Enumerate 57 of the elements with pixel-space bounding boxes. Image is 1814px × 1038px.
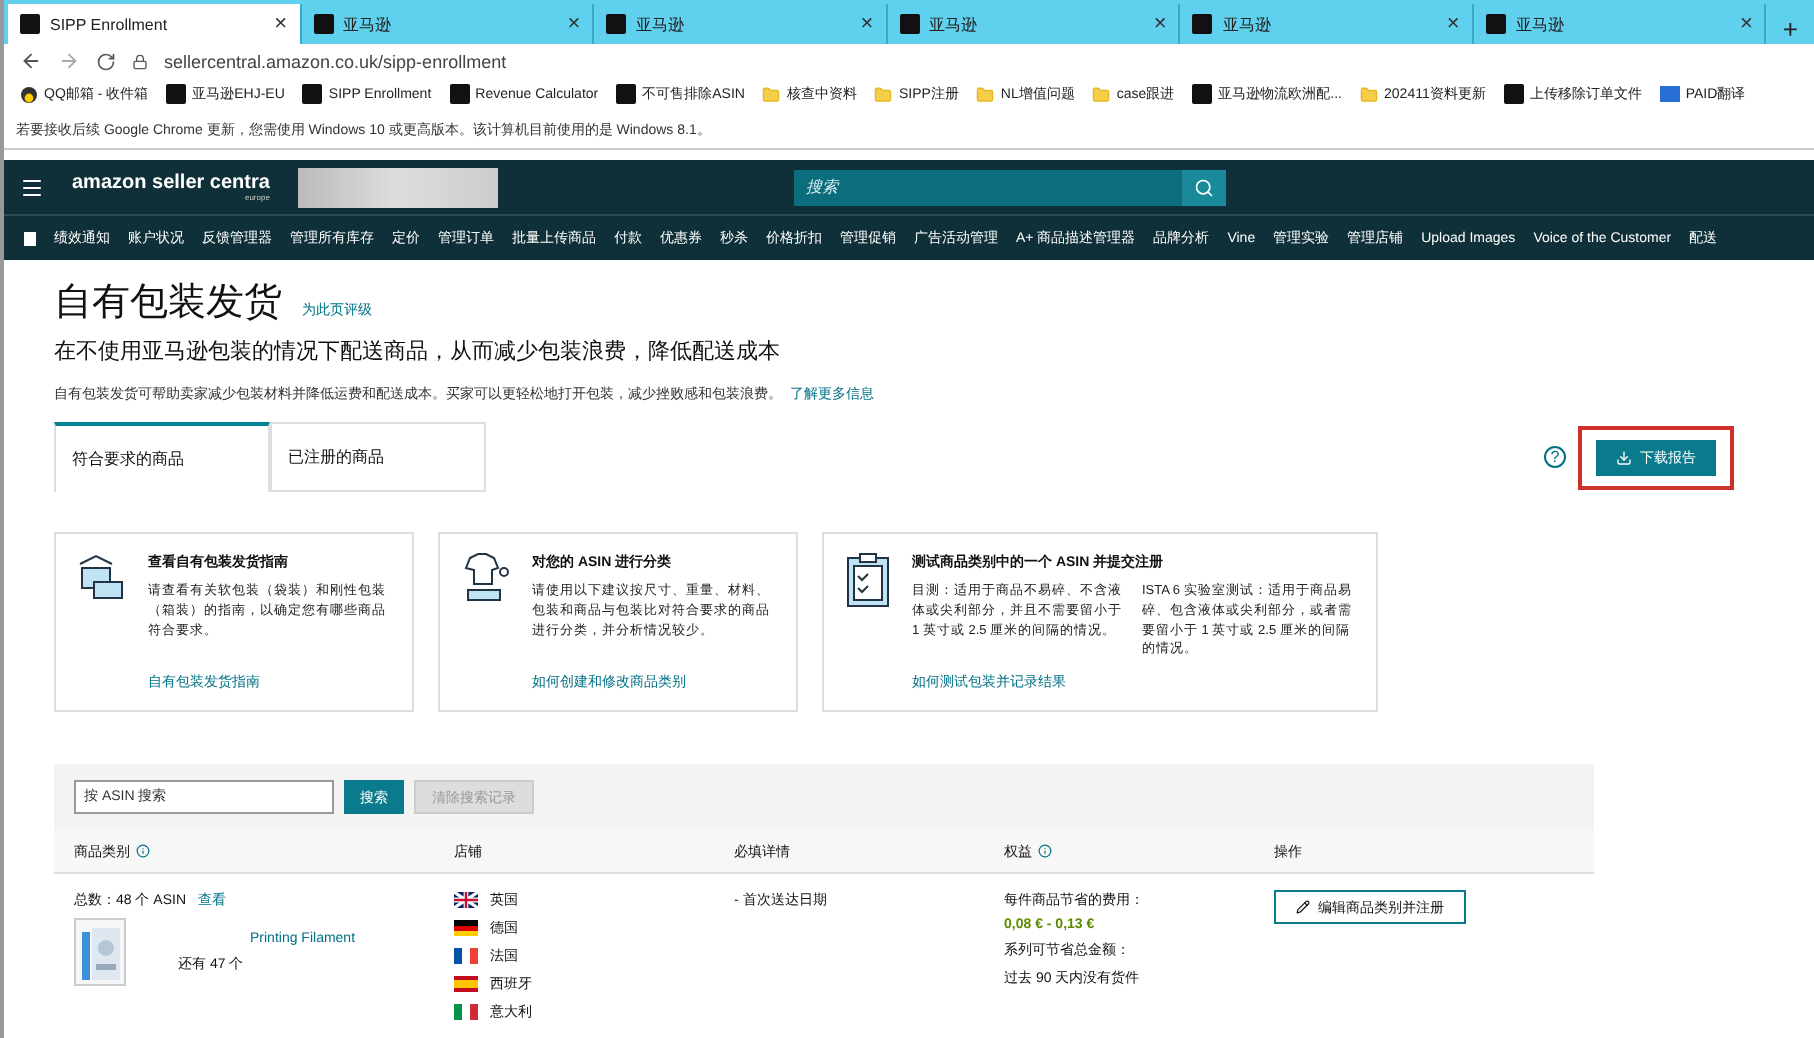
amazon-icon [616,84,637,104]
reload-icon[interactable] [96,51,116,71]
browser-tab[interactable]: 亚马逊 × [887,4,1181,44]
close-icon[interactable]: × [1446,12,1460,36]
search-field[interactable]: 搜索 [793,169,1226,205]
flag-icon [454,976,478,992]
shirt-icon [460,552,512,604]
info-icon[interactable] [136,844,150,858]
pencil-icon [1296,900,1310,914]
amazon-icon [1503,84,1524,104]
amazon-icon [1192,14,1213,34]
folder-icon [874,85,893,103]
page-subtitle: 在不使用亚马逊包装的情况下配送商品，从而减少包装浪费，降低配送成本 [54,337,782,366]
close-icon[interactable]: × [274,12,288,36]
page-tab[interactable]: 已注册的商品 [270,422,486,492]
amazon-icon [166,84,187,104]
boxes-icon [76,552,128,604]
amazon-icon [899,14,920,34]
lock-icon [132,53,148,69]
folder-icon [1092,85,1111,103]
flag-icon [454,948,478,964]
page-title: 自有包装发货 [54,280,282,328]
amazon-icon [313,14,334,34]
back-icon[interactable] [20,50,42,72]
download-icon [1616,449,1632,465]
amazon-icon [1192,84,1213,104]
help-icon[interactable]: ? [1544,446,1566,468]
amazon-icon [449,84,470,104]
new-tab-button[interactable]: + [1766,14,1814,44]
menu-icon[interactable] [20,175,44,199]
flag-icon [454,920,478,936]
folder-icon [762,85,781,103]
bookmark-icon[interactable] [24,231,36,245]
page-tab[interactable]: 符合要求的商品 [54,422,270,492]
search-button[interactable] [1181,169,1226,205]
browser-tab[interactable]: 亚马逊 × [301,4,595,44]
folder-icon [1360,85,1379,103]
browser-tab[interactable]: 亚马逊 × [1473,4,1767,44]
address-bar[interactable]: sellercentral.amazon.co.uk/sipp-enrollment [164,51,507,71]
amazon-icon [20,14,40,34]
close-icon[interactable]: × [1153,12,1167,36]
close-icon[interactable]: × [860,12,874,36]
amazon-icon [606,14,627,34]
clipboard-icon [844,552,892,608]
browser-tab[interactable]: SIPP Enrollment × [8,4,302,44]
close-icon[interactable]: × [1739,12,1753,36]
flag-icon [454,892,478,908]
browser-tab[interactable]: 亚马逊 × [594,4,888,44]
folder-icon [976,85,995,103]
amazon-icon [302,84,323,104]
penguin-icon [20,85,38,103]
search-icon [1193,177,1214,197]
amazon-icon [1485,14,1506,34]
info-icon[interactable] [1038,844,1052,858]
close-icon[interactable]: × [567,12,581,36]
flag-icon [454,1004,478,1020]
browser-tab[interactable]: 亚马逊 × [1180,4,1474,44]
